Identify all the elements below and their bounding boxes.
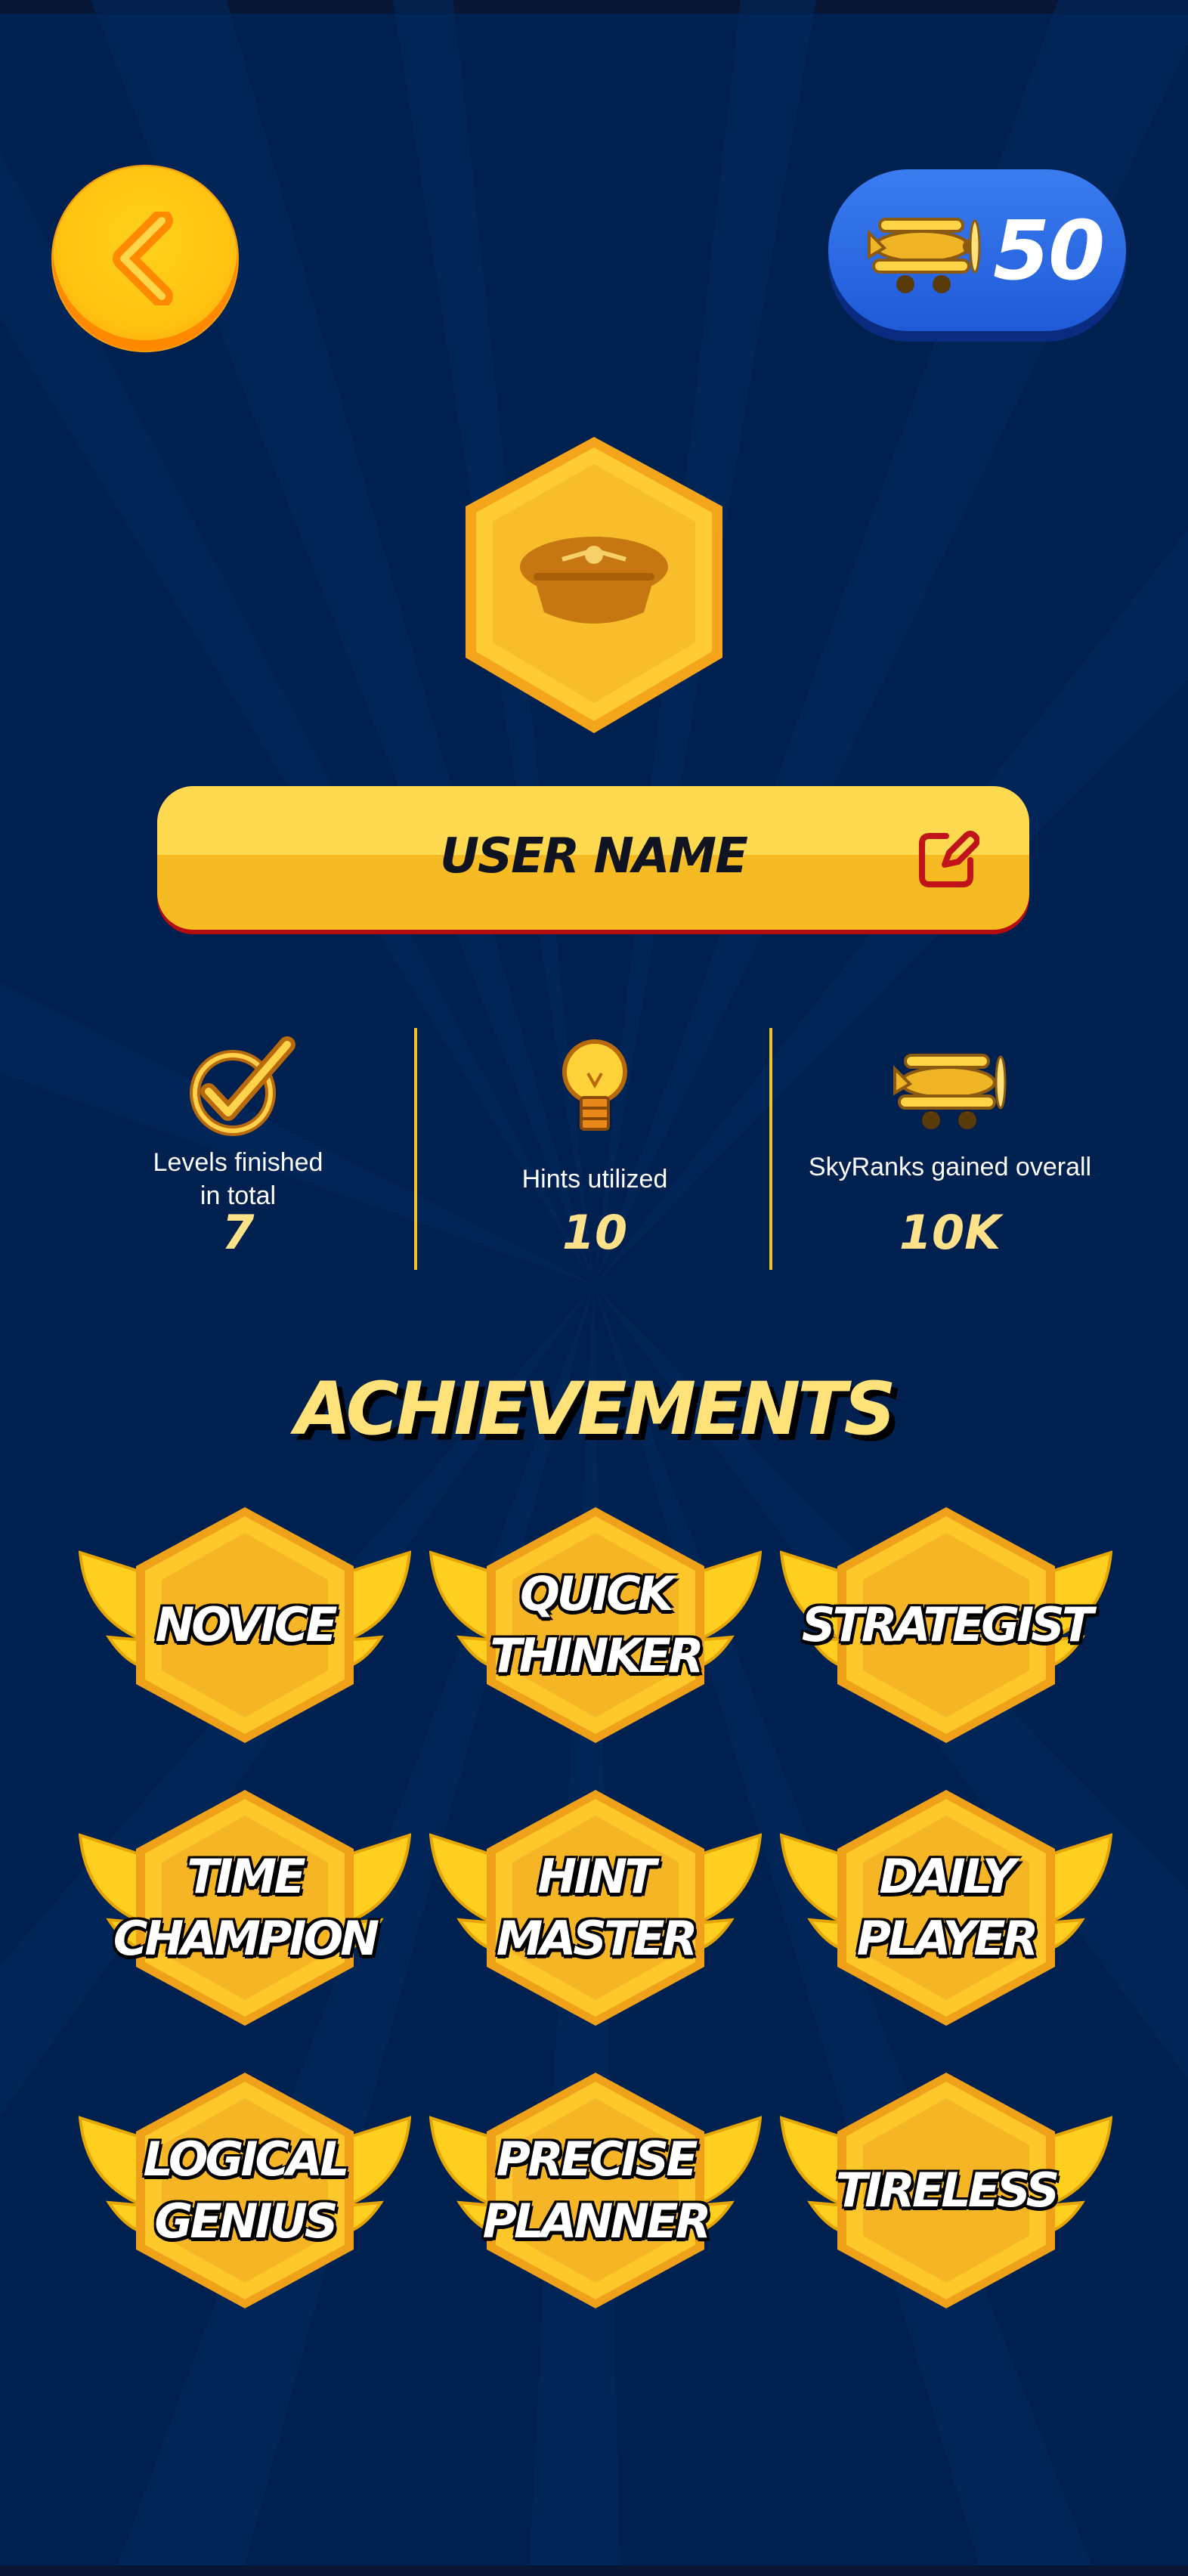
stat-skyranks-gained: SkyRanks gained overall 10K [772, 1028, 1128, 1270]
edit-pencil-icon[interactable] [916, 827, 979, 890]
stat-value: 10 [562, 1205, 628, 1260]
chevron-left-icon [113, 212, 173, 305]
biplane-icon [893, 1054, 1007, 1129]
achievement-label: QUICK THINKER [490, 1566, 704, 1683]
bottom-strip [0, 2565, 1188, 2576]
coin-count: 50 [993, 204, 1105, 299]
username-field[interactable]: USER NAME [157, 786, 1029, 934]
achievement-badge[interactable]: TIRELESS [780, 2070, 1112, 2311]
coin-counter[interactable]: 50 [828, 169, 1126, 331]
achievement-badge[interactable]: HINT MASTER [429, 1787, 762, 2029]
stat-label: SkyRanks gained overall [808, 1153, 1092, 1181]
achievement-label: TIME CHAMPION [113, 1849, 379, 1966]
stat-label: Levels finished in total [153, 1148, 323, 1210]
biplane-icon [868, 218, 981, 293]
achievement-label: PRECISE PLANNER [482, 2132, 712, 2249]
achievement-badge[interactable]: PRECISE PLANNER [429, 2070, 762, 2311]
achievement-badge[interactable]: LOGICAL GENIUS [79, 2070, 411, 2311]
achievement-label: STRATEGIST [801, 1597, 1094, 1652]
avatar[interactable] [458, 431, 730, 741]
achievement-label: LOGICAL GENIUS [143, 2132, 350, 2249]
stat-label: Hints utilized [521, 1165, 668, 1194]
achievement-badge[interactable]: QUICK THINKER [429, 1504, 762, 1746]
username-text: USER NAME [440, 828, 748, 884]
stat-value: 10K [899, 1205, 1001, 1260]
achievement-label: NOVICE [155, 1597, 337, 1652]
username-field-face: USER NAME [157, 786, 1029, 930]
checkmark-icon [190, 1036, 295, 1136]
back-button[interactable] [53, 166, 237, 351]
lightbulb-icon [562, 1039, 627, 1131]
achievement-badge[interactable]: NOVICE [79, 1504, 411, 1746]
achievement-badge[interactable]: DAILY PLAYER [780, 1787, 1112, 2029]
achievement-label: TIRELESS [835, 2163, 1060, 2218]
achievement-label: HINT MASTER [496, 1849, 698, 1966]
achievement-badge[interactable]: STRATEGIST [780, 1504, 1112, 1746]
stat-value: 7 [221, 1205, 255, 1260]
achievement-badge[interactable]: TIME CHAMPION [79, 1787, 411, 2029]
stat-hints-utilized: Hints utilized 10 [417, 1028, 772, 1270]
stat-levels-finished: Levels finished in total 7 [60, 1028, 416, 1270]
achievements-title: ACHIEVEMENTS [295, 1367, 896, 1451]
achievement-label: DAILY PLAYER [856, 1849, 1039, 1966]
